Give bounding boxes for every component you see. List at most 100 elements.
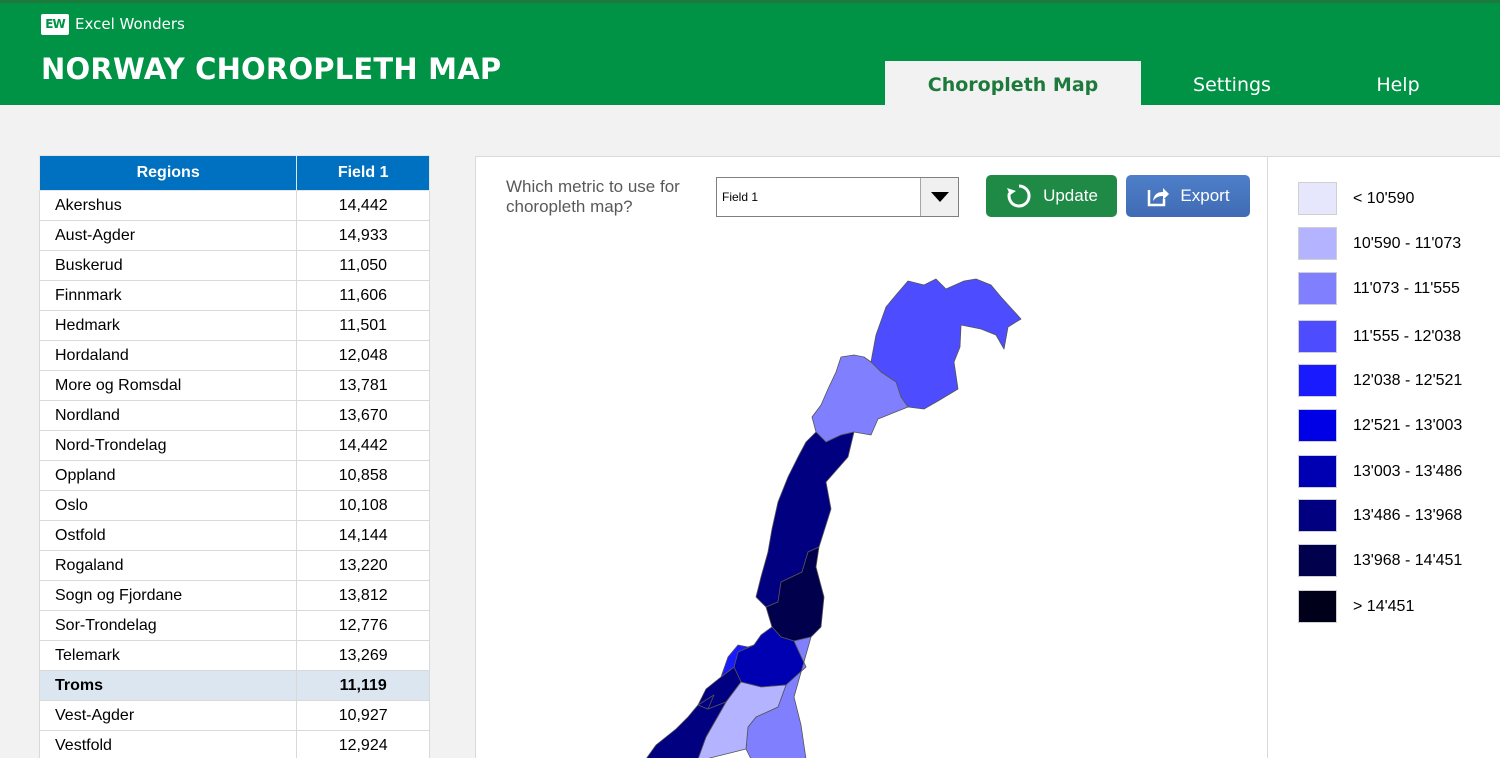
app-window: EW Excel Wonders NORWAY CHOROPLETH MAP C…	[0, 0, 1500, 758]
value-cell[interactable]: 14,442	[296, 430, 430, 461]
brand-name: Excel Wonders	[75, 15, 185, 33]
regions-table: Regions Field 1 Akershus 14,442 Aust-Agde…	[38, 155, 430, 758]
table-row[interactable]: Hedmark 11,501	[38, 310, 430, 341]
legend-swatch	[1298, 272, 1337, 305]
value-cell[interactable]: 13,781	[296, 370, 430, 401]
region-cell[interactable]: Nord-Trondelag	[38, 430, 298, 461]
legend-item: 10'590 - 11'073	[1298, 227, 1461, 260]
region-cell[interactable]: Buskerud	[38, 250, 298, 281]
table-row[interactable]: Sogn og Fjordane 13,812	[38, 580, 430, 611]
value-cell[interactable]: 10,108	[296, 490, 430, 521]
legend-item: 13'486 - 13'968	[1298, 499, 1462, 532]
table-row[interactable]: Hordaland 12,048	[38, 340, 430, 371]
tab-choropleth-map[interactable]: Choropleth Map	[885, 61, 1141, 108]
legend-item: 12'038 - 12'521	[1298, 364, 1462, 397]
legend-swatch	[1298, 455, 1337, 488]
legend-item: 13'968 - 14'451	[1298, 544, 1462, 577]
legend-swatch	[1298, 320, 1337, 353]
region-cell[interactable]: Troms	[38, 670, 298, 701]
region-cell[interactable]: Akershus	[38, 190, 298, 221]
region-cell[interactable]: Ostfold	[38, 520, 298, 551]
value-cell[interactable]: 13,220	[296, 550, 430, 581]
table-row-selected[interactable]: Troms 11,119	[38, 670, 430, 701]
region-cell[interactable]: Sogn og Fjordane	[38, 580, 298, 611]
value-cell[interactable]: 14,144	[296, 520, 430, 551]
table-row[interactable]: Telemark 13,269	[38, 640, 430, 671]
tab-help[interactable]: Help	[1323, 61, 1473, 108]
table-row[interactable]: Sor-Trondelag 12,776	[38, 610, 430, 641]
legend-label: 13'968 - 14'451	[1353, 551, 1463, 569]
value-cell[interactable]: 13,670	[296, 400, 430, 431]
value-cell[interactable]: 11,606	[296, 280, 430, 311]
region-cell[interactable]: Finnmark	[38, 280, 298, 311]
value-cell[interactable]: 13,812	[296, 580, 430, 611]
table-row[interactable]: Akershus 14,442	[38, 190, 430, 221]
legend-swatch	[1298, 409, 1337, 442]
tab-settings[interactable]: Settings	[1141, 61, 1323, 108]
page-title: NORWAY CHOROPLETH MAP	[41, 52, 502, 86]
legend-label: 12'038 - 12'521	[1353, 371, 1463, 389]
table-row[interactable]: More og Romsdal 13,781	[38, 370, 430, 401]
column-header-regions: Regions	[38, 155, 298, 191]
legend-label: < 10'590	[1353, 189, 1415, 207]
value-cell[interactable]: 14,933	[296, 220, 430, 251]
region-cell[interactable]: Hordaland	[38, 340, 298, 371]
region-cell[interactable]: Vest-Agder	[38, 700, 298, 731]
region-cell[interactable]: Aust-Agder	[38, 220, 298, 251]
table-header-row: Regions Field 1	[38, 155, 430, 191]
table-row[interactable]: Vestfold 12,924	[38, 730, 430, 758]
region-cell[interactable]: More og Romsdal	[38, 370, 298, 401]
legend-label: 12'521 - 13'003	[1353, 416, 1463, 434]
value-cell[interactable]: 12,048	[296, 340, 430, 371]
legend-item: 13'003 - 13'486	[1298, 455, 1462, 488]
region-cell[interactable]: Vestfold	[38, 730, 298, 758]
legend-label: 10'590 - 11'073	[1353, 234, 1462, 252]
table-row[interactable]: Finnmark 11,606	[38, 280, 430, 311]
legend-swatch	[1298, 182, 1337, 215]
table-row[interactable]: Nord-Trondelag 14,442	[38, 430, 430, 461]
table-row[interactable]: Nordland 13,670	[38, 400, 430, 431]
table-row[interactable]: Buskerud 11,050	[38, 250, 430, 281]
region-cell[interactable]: Nordland	[38, 400, 298, 431]
legend-swatch	[1298, 227, 1337, 260]
value-cell[interactable]: 11,050	[296, 250, 430, 281]
table-row[interactable]: Oppland 10,858	[38, 460, 430, 491]
value-cell[interactable]: 12,924	[296, 730, 430, 758]
app-header: EW Excel Wonders NORWAY CHOROPLETH MAP C…	[0, 0, 1500, 108]
legend-swatch	[1298, 364, 1337, 397]
table-row[interactable]: Rogaland 13,220	[38, 550, 430, 581]
value-cell[interactable]: 11,119	[296, 670, 430, 701]
table-row[interactable]: Aust-Agder 14,933	[38, 220, 430, 251]
brand-logo-icon: EW	[41, 13, 69, 35]
legend-swatch	[1298, 499, 1337, 532]
region-cell[interactable]: Sor-Trondelag	[38, 610, 298, 641]
legend-item: < 10'590	[1298, 182, 1414, 215]
table-row[interactable]: Oslo 10,108	[38, 490, 430, 521]
legend-item: 12'521 - 13'003	[1298, 409, 1462, 442]
legend-label: 11'555 - 12'038	[1353, 327, 1462, 345]
map-legend: < 10'590 10'590 - 11'073 11'073 - 11'555…	[1268, 156, 1500, 758]
value-cell[interactable]: 14,442	[296, 190, 430, 221]
region-cell[interactable]: Oppland	[38, 460, 298, 491]
legend-swatch	[1298, 544, 1337, 577]
value-cell[interactable]: 12,776	[296, 610, 430, 641]
value-cell[interactable]: 10,858	[296, 460, 430, 491]
region-cell[interactable]: Telemark	[38, 640, 298, 671]
region-cell[interactable]: Oslo	[38, 490, 298, 521]
legend-item: > 14'451	[1298, 590, 1414, 623]
column-header-field1: Field 1	[296, 155, 430, 191]
value-cell[interactable]: 10,927	[296, 700, 430, 731]
table-row[interactable]: Ostfold 14,144	[38, 520, 430, 551]
value-cell[interactable]: 11,501	[296, 310, 430, 341]
legend-item: 11'555 - 12'038	[1298, 320, 1461, 353]
norway-map	[646, 278, 1022, 758]
brand: EW Excel Wonders	[41, 13, 185, 35]
value-cell[interactable]: 13,269	[296, 640, 430, 671]
region-cell[interactable]: Rogaland	[38, 550, 298, 581]
region-cell[interactable]: Hedmark	[38, 310, 298, 341]
legend-label: 11'073 - 11'555	[1353, 279, 1460, 297]
legend-label: 13'486 - 13'968	[1353, 506, 1463, 524]
legend-label: 13'003 - 13'486	[1353, 462, 1463, 480]
table-row[interactable]: Vest-Agder 10,927	[38, 700, 430, 731]
map-panel: Which metric to use for choropleth map? …	[475, 156, 1268, 758]
